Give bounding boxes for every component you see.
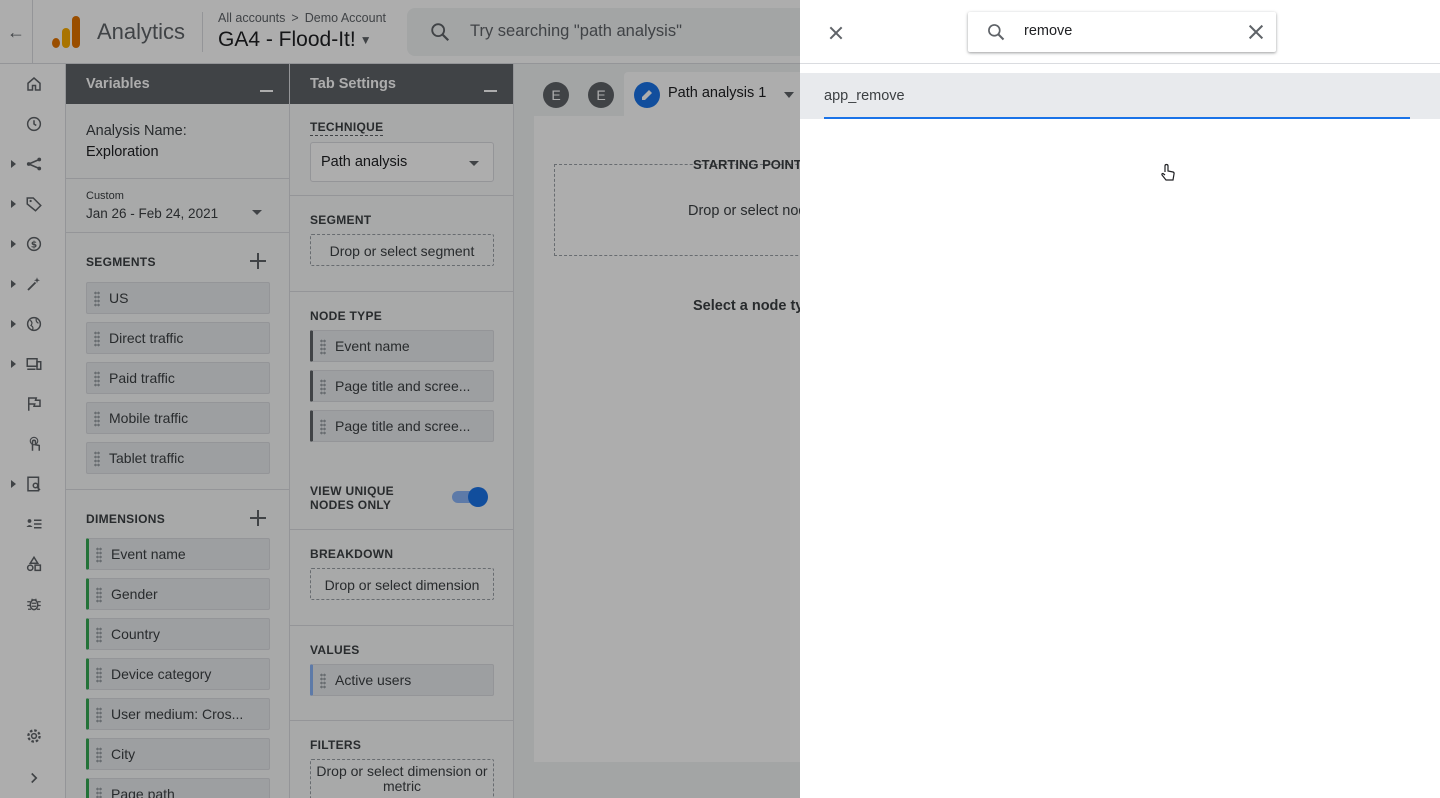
result-label: app_remove xyxy=(824,88,905,104)
search-icon xyxy=(988,24,1005,41)
close-icon[interactable] xyxy=(824,22,848,46)
clear-search-icon[interactable] xyxy=(1248,24,1264,40)
hand-cursor-icon xyxy=(1161,163,1175,181)
focus-underline xyxy=(824,117,1410,119)
drawer-header xyxy=(800,0,1440,64)
modal-scrim[interactable] xyxy=(0,0,800,798)
search-result-item[interactable]: app_remove xyxy=(800,73,1440,181)
event-search[interactable] xyxy=(968,12,1276,52)
event-picker-drawer: app_remove xyxy=(800,0,1440,798)
event-search-input[interactable] xyxy=(1024,23,1234,39)
